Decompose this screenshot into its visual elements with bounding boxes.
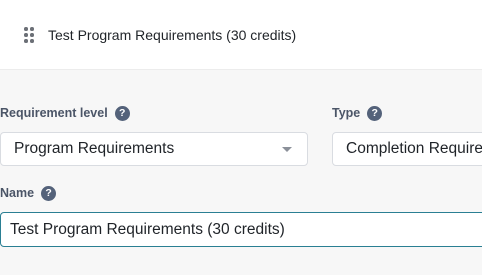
requirement-title: Test Program Requirements (30 credits)	[48, 27, 297, 43]
drag-handle-icon[interactable]	[24, 27, 34, 43]
chevron-down-icon	[282, 147, 292, 152]
name-input-value: Test Program Requirements (30 credits)	[10, 221, 285, 238]
name-label: Name ?	[0, 185, 57, 201]
name-label-text: Name	[0, 186, 35, 200]
type-label: Type ?	[332, 105, 383, 121]
requirement-level-label-text: Requirement level	[0, 106, 108, 120]
requirement-level-selected-value: Program Requirements	[14, 140, 175, 157]
help-icon[interactable]: ?	[41, 185, 57, 201]
help-icon[interactable]: ?	[367, 105, 383, 121]
type-selected-value: Completion Requirements	[346, 140, 482, 157]
help-icon[interactable]: ?	[114, 105, 130, 121]
type-select[interactable]: Completion Requirements	[332, 132, 482, 166]
requirement-header: Test Program Requirements (30 credits)	[0, 0, 482, 70]
type-label-text: Type	[332, 106, 361, 120]
requirement-level-select[interactable]: Program Requirements	[0, 132, 308, 166]
name-input[interactable]: Test Program Requirements (30 credits)	[0, 212, 482, 247]
requirement-level-label: Requirement level ?	[0, 105, 130, 121]
